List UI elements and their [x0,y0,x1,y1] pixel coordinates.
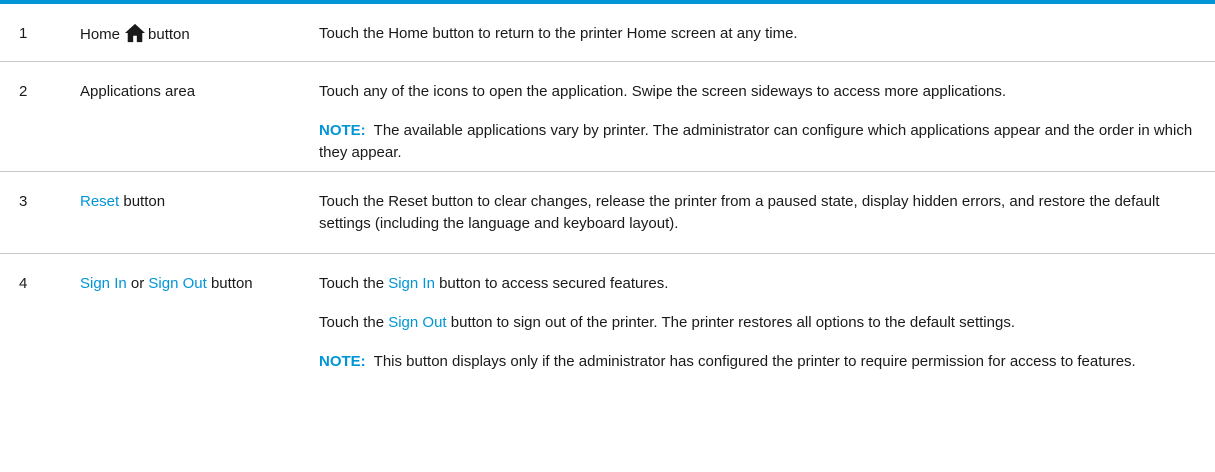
item-name: Home button [80,4,319,61]
text-fragment: button to access secured features. [439,275,669,292]
description-text: Touch the Sign In button to access secur… [319,273,1201,295]
item-description: Touch the Sign In button to access secur… [319,254,1215,472]
description-text: Touch the Reset button to clear changes,… [319,193,1160,232]
row-number: 2 [19,83,28,100]
item-description: Touch the Reset button to clear changes,… [319,172,1215,253]
reset-link[interactable]: Reset [80,193,119,210]
note-label: NOTE: [319,122,366,139]
item-description: Touch the Home button to return to the p… [319,4,1215,61]
note-label: NOTE: [319,353,366,370]
row-number: 1 [19,25,28,42]
text-fragment: Touch the [319,275,385,292]
note: NOTE: This button displays only if the ad… [319,351,1201,373]
item-suffix: button [210,275,253,292]
sign-out-link[interactable]: Sign Out [148,275,206,292]
text-fragment: Touch the [319,314,385,331]
description-text: Touch any of the icons to open the appli… [319,83,1007,100]
note-text: This button displays only if the adminis… [373,353,1136,370]
row-number: 3 [19,193,28,210]
text-fragment: button to sign out of the printer. The p… [450,314,1015,331]
item-description: Touch any of the icons to open the appli… [319,62,1215,171]
description-text: Touch the Home button to return to the p… [319,25,798,42]
sign-out-link[interactable]: Sign Out [388,314,446,331]
home-icon [125,23,146,43]
row-number: 4 [19,275,28,292]
description-text: Touch the Sign Out button to sign out of… [319,312,1201,334]
item-label: Home [80,26,121,43]
item-suffix: button [123,193,166,210]
item-name: Reset button [80,172,319,253]
note-text: The available applications vary by print… [319,122,1193,161]
sign-in-link[interactable]: Sign In [80,275,127,292]
item-name: Sign In or Sign Out button [80,254,319,472]
table-row: 1 Home button Touch the Home button to re… [0,4,1215,62]
item-name: Applications area [80,83,196,100]
item-suffix: button [148,26,190,43]
sign-in-link[interactable]: Sign In [388,275,435,292]
item-conjunction: or [130,275,145,292]
control-panel-table: 1 Home button Touch the Home button to re… [0,0,1215,472]
table-row: 4 Sign In or Sign Out button Touch the S… [0,254,1215,472]
table-row: 2 Applications area Touch any of the ico… [0,62,1215,172]
note: NOTE: The available applications vary by … [319,120,1201,164]
table-row: 3 Reset button Touch the Reset button to… [0,172,1215,254]
